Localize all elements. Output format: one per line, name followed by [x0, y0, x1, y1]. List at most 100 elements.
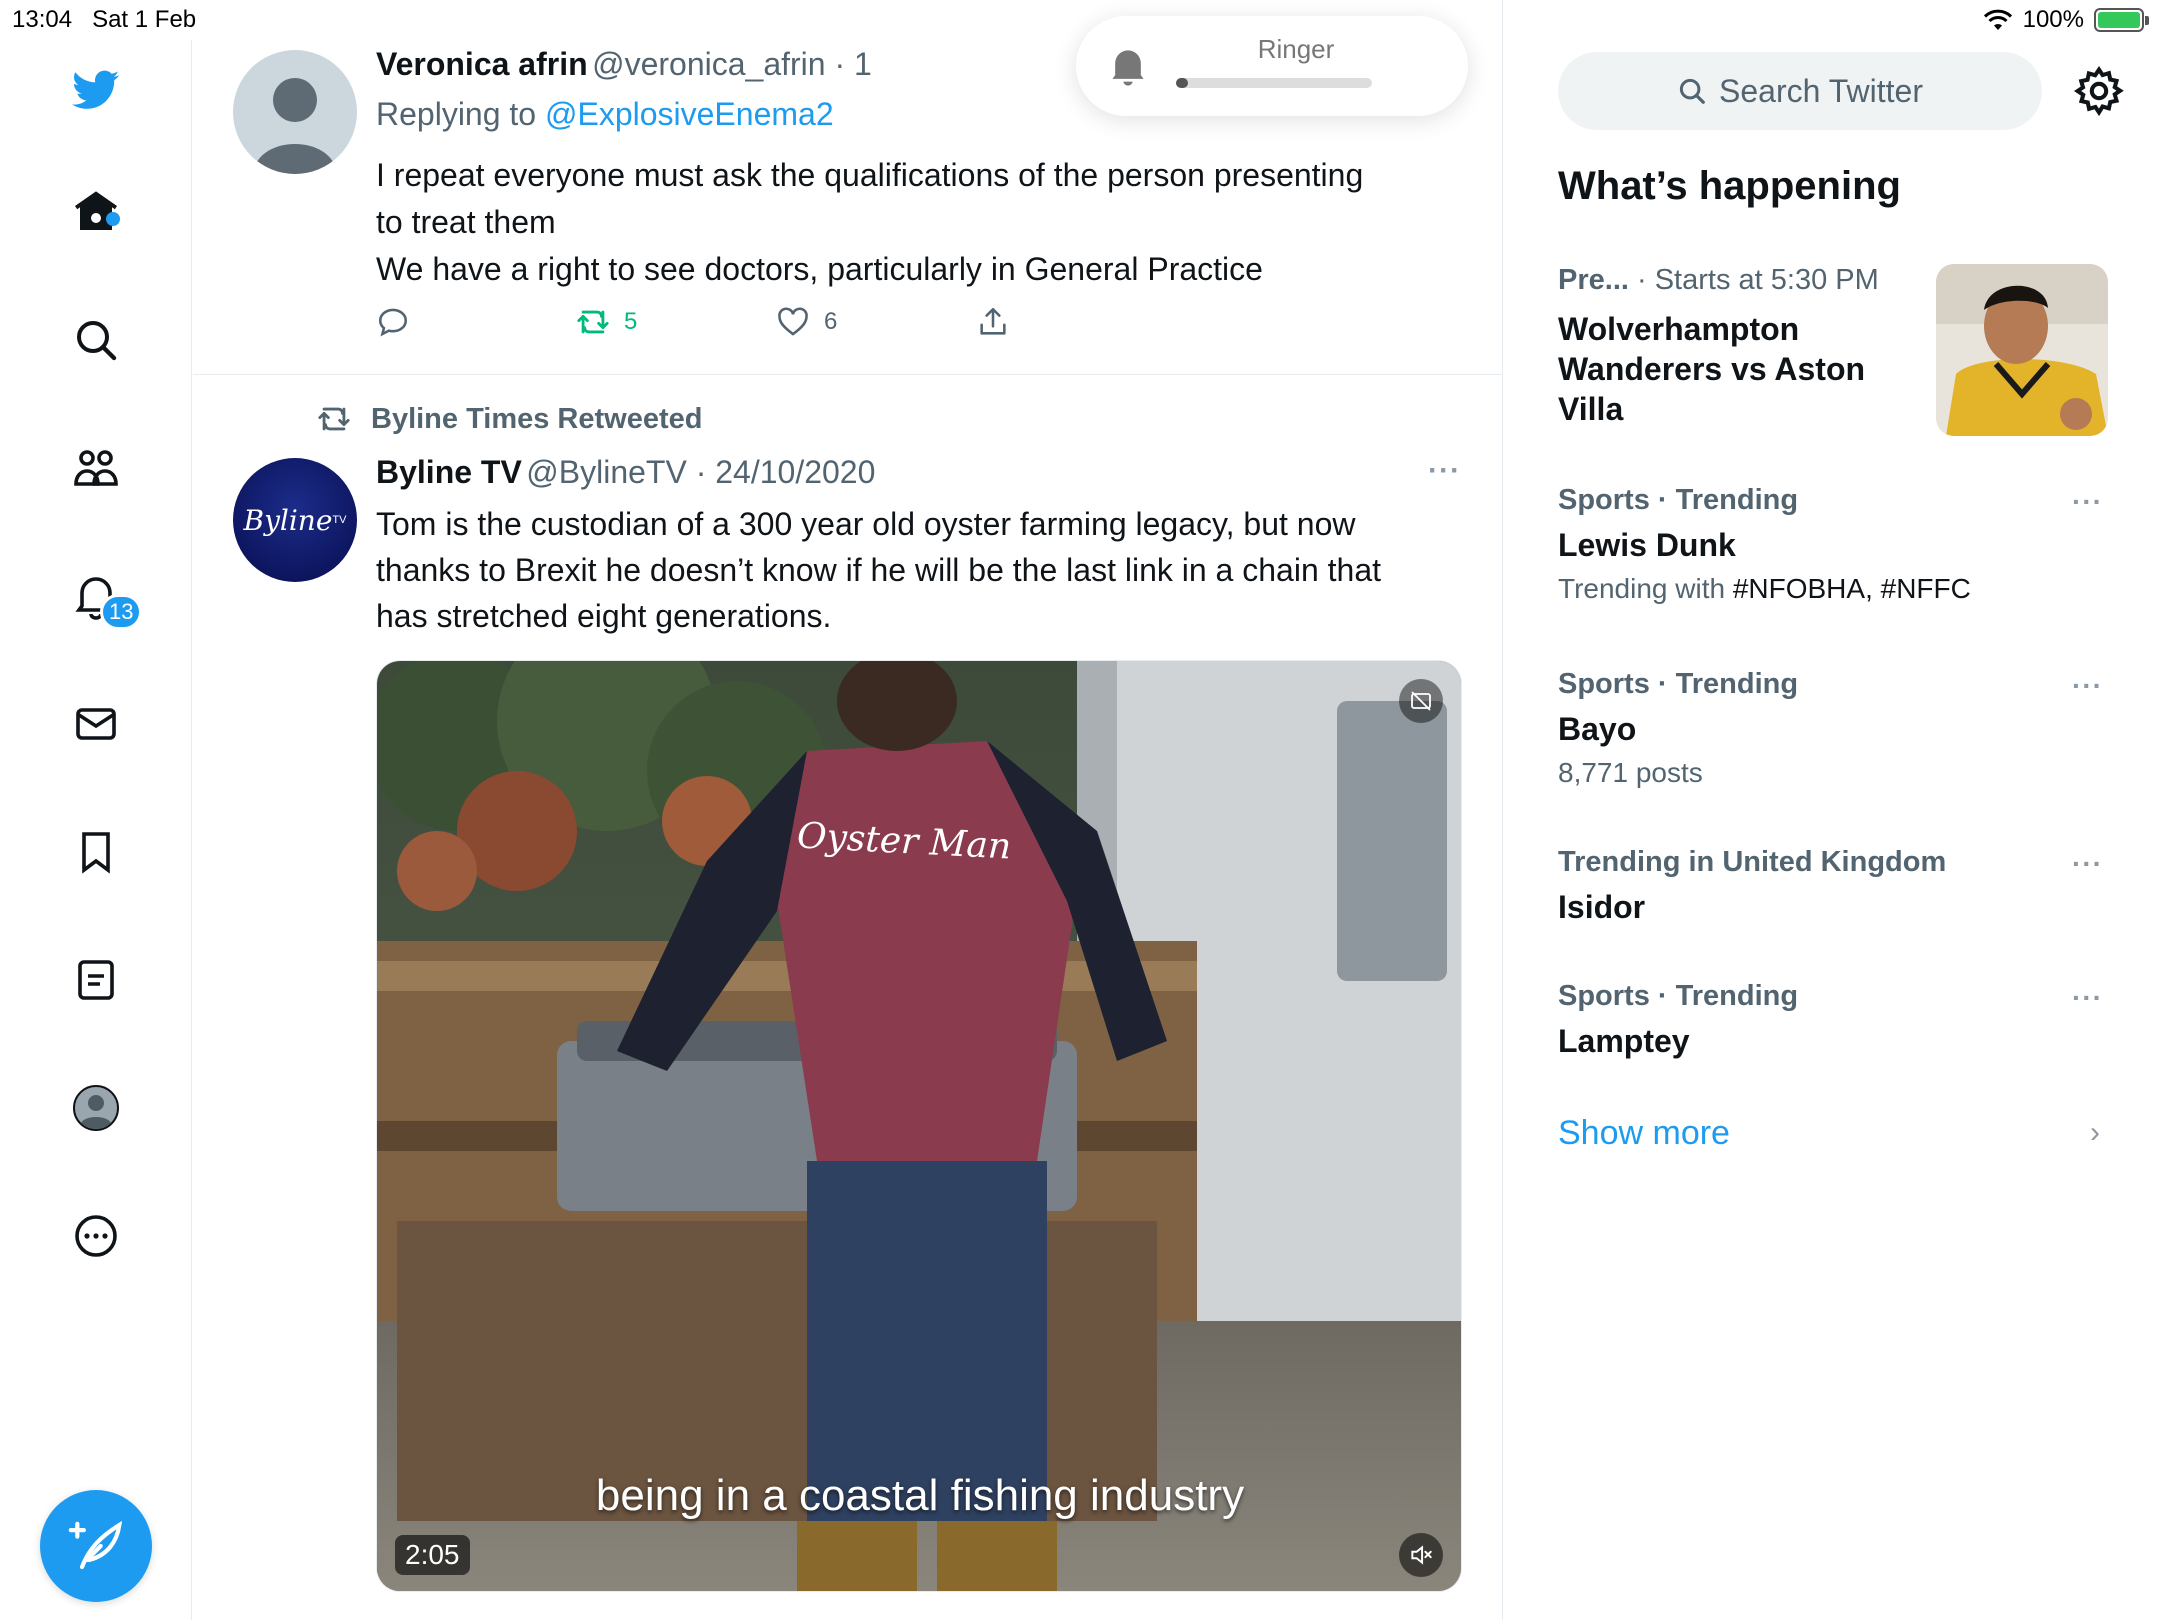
ringer-volume-hud: Ringer: [1076, 16, 1468, 116]
trend-post-count: 8,771 posts: [1558, 757, 1703, 788]
author-name[interactable]: Veronica afrin: [376, 46, 588, 82]
trend-more-button[interactable]: ···: [2072, 486, 2103, 518]
captions-icon: [1411, 691, 1431, 711]
avatar-logo-sup: TV: [332, 514, 347, 526]
notifications-badge: 13: [100, 594, 143, 630]
tweet-text-line: has stretched eight generations.: [376, 598, 832, 634]
mute-button[interactable]: [1399, 1533, 1443, 1577]
avatar[interactable]: [233, 50, 357, 174]
share-button[interactable]: [976, 305, 1010, 339]
trend-category: Sports · Trending: [1558, 668, 1799, 700]
captions-button[interactable]: [1399, 679, 1443, 723]
replying-to-link[interactable]: @ExplosiveEnema2: [545, 96, 834, 132]
retweet-count: 5: [624, 308, 638, 335]
bell-icon: [1112, 50, 1144, 86]
retweeted-by[interactable]: Byline Times Retweeted: [315, 402, 702, 436]
ringer-level-track: [1176, 78, 1372, 88]
event-time: · Starts at 5:30 PM: [1637, 264, 1879, 296]
compose-tweet-button[interactable]: [40, 1490, 152, 1602]
trend-item[interactable]: Trending in United Kingdom Isidor: [1558, 846, 2118, 927]
trend-sub: Trending with #NFOBHA, #NFFC: [1558, 573, 1971, 604]
tweet-header: Veronica afrin @veronica_afrin · 1: [376, 46, 872, 83]
tweet-text: I repeat everyone must ask the qualifica…: [376, 152, 1456, 293]
retweet-button[interactable]: 5: [576, 305, 637, 339]
tweet-text-line: We have a right to see doctors, particul…: [376, 251, 1263, 287]
more-icon[interactable]: [66, 1206, 126, 1266]
trend-name: Isidor: [1558, 889, 1646, 925]
video-player[interactable]: Oyster Man being in a coastal fishing in…: [376, 660, 1462, 1592]
avatar-logo-text: Byline: [243, 503, 333, 537]
trend-name: Bayo: [1558, 711, 1637, 747]
right-sidebar: Search Twitter What’s happening Pre... ·…: [1504, 0, 2160, 1620]
trend-name: Lamptey: [1558, 1023, 1690, 1059]
video-duration: 2:05: [395, 1535, 470, 1575]
event-title-line: Wanderers vs Aston: [1558, 351, 1866, 387]
tweet-actions: 5 6: [376, 305, 1076, 345]
trend-more-button[interactable]: ···: [2072, 670, 2103, 702]
trend-more-button[interactable]: ···: [2072, 982, 2103, 1014]
author-handle[interactable]: @veronica_afrin · 1: [592, 46, 872, 82]
reply-icon: [378, 308, 408, 337]
trend-hashtags: #NFOBHA, #NFFC: [1732, 573, 1971, 604]
heart-icon: [778, 307, 808, 336]
event-thumbnail[interactable]: [1936, 264, 2108, 436]
status-time: 13:04 Sat 1 Feb: [12, 6, 197, 33]
profile-icon[interactable]: [66, 1078, 126, 1138]
video-caption: being in a coastal fishing industry: [595, 1471, 1245, 1520]
tweet-text: Tom is the custodian of a 300 year old o…: [376, 501, 1466, 639]
tweet-text-line: I repeat everyone must ask the qualifica…: [376, 157, 1364, 193]
tweet-header: Byline TV @BylineTV · 24/10/2020: [376, 454, 875, 491]
trend-item[interactable]: Sports · Trending Bayo 8,771 posts: [1558, 668, 2118, 789]
bookmarks-icon[interactable]: [66, 822, 126, 882]
event-category: Pre...: [1558, 264, 1629, 296]
like-button[interactable]: 6: [776, 305, 837, 339]
communities-icon[interactable]: [66, 438, 126, 498]
like-count: 6: [824, 308, 838, 335]
timeline: Veronica afrin @veronica_afrin · 1 ··· R…: [193, 0, 1503, 1620]
settings-gear-icon[interactable]: [2072, 64, 2126, 118]
tweet-text-line: to treat them: [376, 204, 556, 240]
trend-category: Sports · Trending: [1558, 980, 1799, 1012]
ringer-level-fill: [1176, 78, 1188, 88]
trend-category: Trending in United Kingdom: [1558, 846, 1947, 878]
messages-icon[interactable]: [66, 694, 126, 754]
trend-item[interactable]: Sports · Trending Lamptey: [1558, 980, 2118, 1061]
avatar[interactable]: Byline TV: [233, 458, 357, 582]
replying-to: Replying to @ExplosiveEnema2: [376, 96, 834, 132]
trend-item[interactable]: Sports · Trending Lewis Dunk Trending wi…: [1558, 484, 2118, 605]
reply-button[interactable]: [376, 305, 410, 339]
home-unread-dot: [106, 212, 120, 226]
event-item[interactable]: Pre... · Starts at 5:30 PM Wolverhampton…: [1558, 264, 1928, 429]
twitter-logo-icon[interactable]: [66, 60, 126, 120]
search-placeholder: Search Twitter: [1719, 72, 1923, 109]
show-more-link[interactable]: Show more: [1558, 1114, 1730, 1153]
tweet-text-line: Tom is the custodian of a 300 year old o…: [376, 506, 1356, 542]
search-icon[interactable]: [66, 310, 126, 370]
search-icon: [1679, 78, 1705, 104]
status-date: Sat 1 Feb: [92, 6, 197, 33]
video-frame: [377, 661, 1461, 1591]
home-icon[interactable]: [66, 182, 126, 242]
tweet-text-line: thanks to Brexit he doesn’t know if he w…: [376, 552, 1381, 588]
speaker-muted-icon: [1411, 1545, 1432, 1565]
event-title-line: Villa: [1558, 391, 1624, 427]
tweet-more-button[interactable]: ···: [1428, 454, 1461, 488]
ringer-label: Ringer: [1257, 34, 1335, 64]
trend-name: Lewis Dunk: [1558, 527, 1736, 563]
trend-category: Sports · Trending: [1558, 484, 1799, 516]
left-nav: 13: [0, 40, 192, 1620]
event-title-line: Wolverhampton: [1558, 311, 1800, 347]
chevron-right-icon: ›: [2090, 1116, 2100, 1149]
compose-icon: [68, 1520, 123, 1570]
retweet-icon: [577, 310, 609, 334]
lists-icon[interactable]: [66, 950, 126, 1010]
search-box[interactable]: Search Twitter: [1558, 52, 2042, 130]
trend-more-button[interactable]: ···: [2072, 848, 2103, 880]
share-icon: [980, 307, 1006, 335]
tweet-byline[interactable]: Byline Times Retweeted Byline TV Byline T…: [193, 376, 1502, 1620]
retweet-icon: [318, 407, 350, 431]
whats-happening-title: What’s happening: [1558, 164, 1901, 208]
author-handle[interactable]: @BylineTV · 24/10/2020: [526, 454, 875, 490]
author-name[interactable]: Byline TV: [376, 454, 522, 490]
retweeted-by-label: Byline Times Retweeted: [371, 402, 703, 435]
